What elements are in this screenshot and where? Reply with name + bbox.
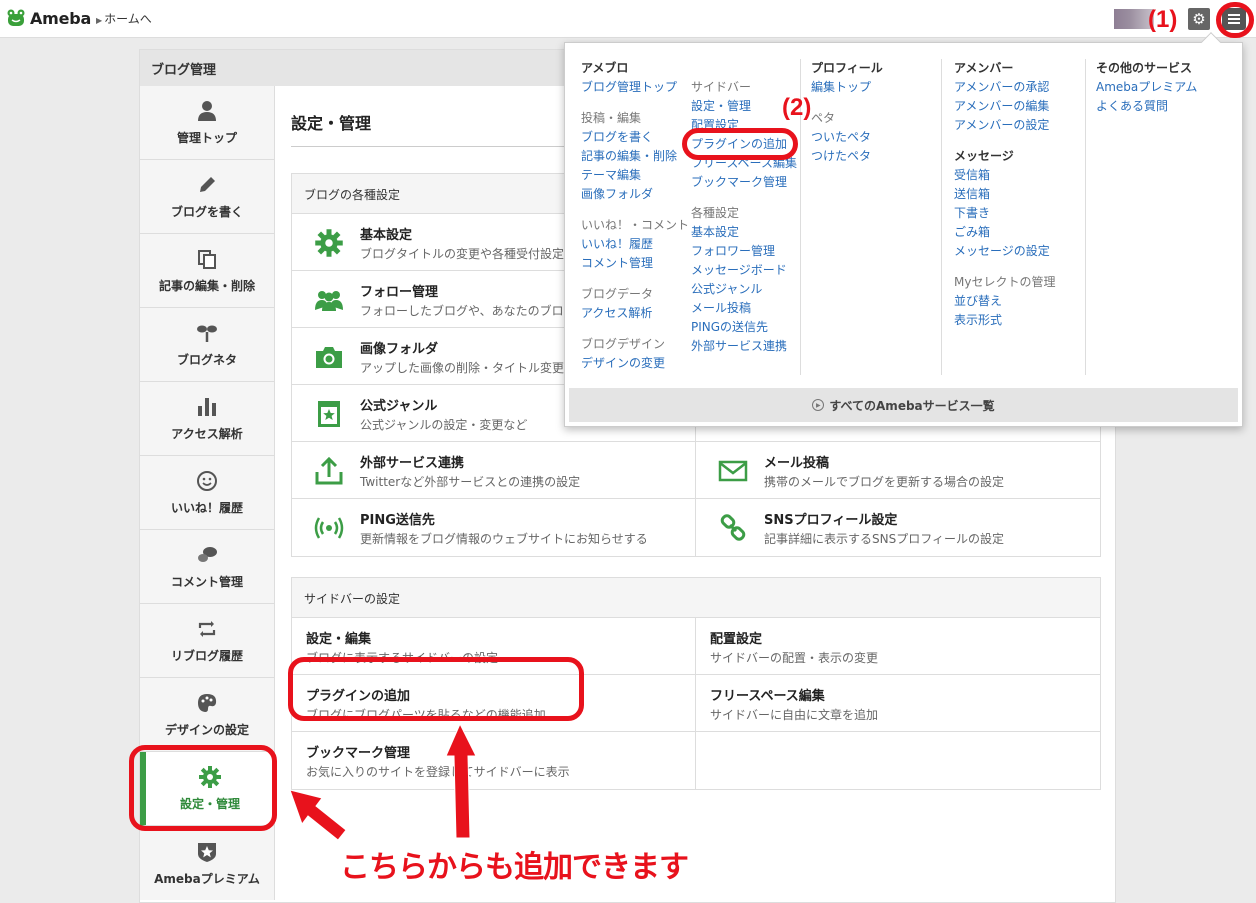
annotation-arrows: [289, 722, 477, 841]
annotation-callout: こちらからも追加できます: [340, 850, 689, 885]
arrow-up-icon: [445, 722, 477, 839]
arrow-up-left-icon: [289, 789, 347, 841]
